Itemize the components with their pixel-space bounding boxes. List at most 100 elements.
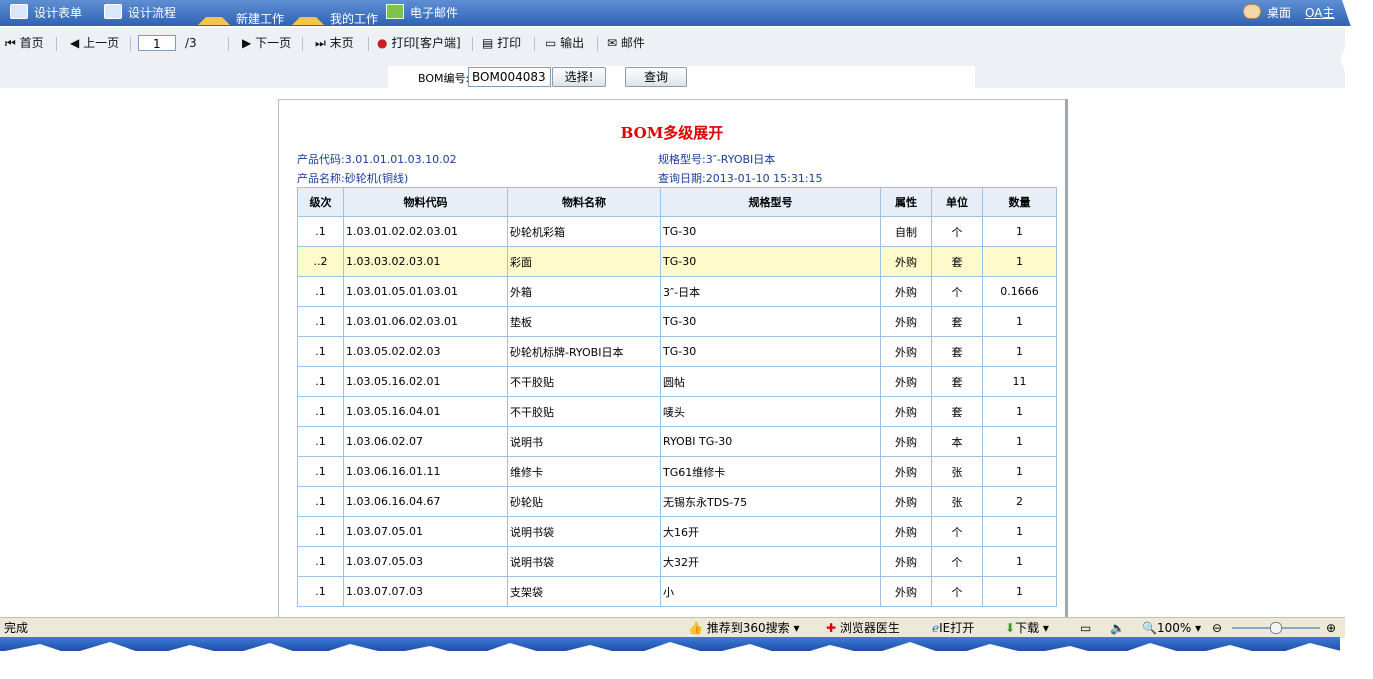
material-name-cell: 不干胶贴	[507, 396, 661, 427]
level-cell: .1	[297, 576, 344, 607]
attribute-cell: 外购	[880, 546, 932, 577]
spec-cell: 圆帖	[660, 366, 881, 397]
material-name-cell: 维修卡	[507, 456, 661, 487]
level-cell: .1	[297, 396, 344, 427]
printer-icon: ▤	[482, 36, 494, 50]
spec-model: 规格型号:3″-RYOBI日本	[658, 153, 776, 166]
next-page-label: 下一页	[255, 36, 292, 50]
table-row: .1 1.03.06.16.04.67 砂轮贴 无锡东永TDS-75 外购张 2	[297, 486, 1057, 517]
first-page-icon: ⏮	[5, 36, 16, 50]
table-header-row: 级次 物料代码 物料名称 规格型号 属性 单位 数量	[297, 187, 1057, 217]
page-number-input[interactable]: 1	[138, 35, 176, 51]
nav-new-work[interactable]: 新建工作	[198, 4, 284, 26]
material-code-cell: 1.03.06.02.07	[343, 426, 508, 457]
level-cell: .1	[297, 276, 344, 307]
query-button[interactable]: 查询	[625, 67, 687, 87]
spec-cell: 唛头	[660, 396, 881, 427]
unit-cell: 套	[931, 366, 983, 397]
bom-table: 级次 物料代码 物料名称 规格型号 属性 单位 数量 .1 1.03.01.02.…	[297, 187, 1057, 607]
table-row: .1 1.03.05.02.02.03 砂轮机标牌-RYOBI日本 TG-30 外购套 1	[297, 336, 1057, 367]
quantity-cell: 1	[982, 306, 1057, 337]
page-total: /3	[185, 36, 197, 50]
table-row: .1 1.03.05.16.02.01 不干胶贴 圆帖 外购套 11	[297, 366, 1057, 397]
table-row: .1 1.03.06.02.07 说明书 RYOBI TG-30 外购本 1	[297, 426, 1057, 457]
print-client-button[interactable]: ● 打印[客户端]	[377, 35, 461, 51]
spec-cell: TG-30	[660, 336, 881, 367]
top-nav-bar: 设计表单 设计流程 新建工作 我的工作 电子邮件 桌面 OA主	[0, 0, 1360, 26]
mail-icon	[386, 4, 404, 19]
material-name-cell: 砂轮贴	[507, 486, 661, 517]
nav-design-form[interactable]: 设计表单	[10, 4, 82, 22]
material-name-cell: 外箱	[507, 276, 661, 307]
unit-cell: 张	[931, 486, 983, 517]
material-code-cell: 1.03.06.16.04.67	[343, 486, 508, 517]
material-name-cell: 不干胶贴	[507, 366, 661, 397]
table-row: ..2 1.03.03.02.03.01 彩面 TG-30 外购套 1	[297, 246, 1057, 277]
bom-number-input[interactable]: BOM004083	[468, 67, 551, 87]
nav-label: 电子邮件	[410, 6, 459, 20]
desktop-label: 桌面	[1267, 6, 1292, 20]
material-code-cell: 1.03.01.05.01.03.01	[343, 276, 508, 307]
material-code-cell: 1.03.07.07.03	[343, 576, 508, 607]
col-spec: 规格型号	[660, 187, 881, 217]
unit-cell: 套	[931, 336, 983, 367]
nav-my-work[interactable]: 我的工作	[292, 4, 378, 26]
mail-button[interactable]: ✉ 邮件	[607, 35, 645, 51]
toolbar-divider	[597, 37, 598, 51]
select-button[interactable]: 选择!	[552, 67, 606, 87]
level-cell: .1	[297, 216, 344, 247]
torn-edge-bottom	[0, 642, 1373, 679]
level-cell: .1	[297, 456, 344, 487]
toolbar-divider	[130, 37, 131, 51]
attribute-cell: 外购	[880, 576, 932, 607]
next-page-icon: ▶	[242, 36, 252, 50]
material-name-cell: 支架袋	[507, 576, 661, 607]
first-page-button[interactable]: ⏮ 首页	[5, 35, 44, 51]
quantity-cell: 1	[982, 336, 1057, 367]
quantity-cell: 1	[982, 456, 1057, 487]
last-page-icon: ⏭	[315, 36, 326, 50]
spec-cell: RYOBI TG-30	[660, 426, 881, 457]
level-cell: .1	[297, 366, 344, 397]
prev-page-button[interactable]: ◀ 上一页	[70, 35, 119, 51]
desktop-link[interactable]: 桌面	[1243, 4, 1291, 22]
prev-page-icon: ◀	[70, 36, 80, 50]
unit-cell: 个	[931, 546, 983, 577]
table-row: .1 1.03.06.16.01.11 维修卡 TG61维修卡 外购张 1	[297, 456, 1057, 487]
prev-page-label: 上一页	[83, 36, 120, 50]
nav-label: 设计流程	[128, 6, 177, 20]
nav-email[interactable]: 电子邮件	[386, 4, 458, 22]
attribute-cell: 外购	[880, 456, 932, 487]
export-button[interactable]: ▭ 输出	[545, 35, 584, 51]
my-work-icon	[292, 4, 324, 25]
form-icon	[10, 4, 28, 19]
material-name-cell: 垫板	[507, 306, 661, 337]
nav-label: 设计表单	[34, 6, 83, 20]
spec-cell: 大16开	[660, 516, 881, 547]
flow-icon	[104, 4, 122, 19]
print-button[interactable]: ▤ 打印	[482, 35, 521, 51]
material-name-cell: 说明书袋	[507, 546, 661, 577]
level-cell: ..2	[297, 246, 344, 277]
unit-cell: 张	[931, 456, 983, 487]
spec-cell: 无锡东永TDS-75	[660, 486, 881, 517]
unit-cell: 个	[931, 516, 983, 547]
bom-number-label: BOM编号:	[418, 72, 470, 85]
material-code-cell: 1.03.03.02.03.01	[343, 246, 508, 277]
next-page-button[interactable]: ▶ 下一页	[242, 35, 291, 51]
nav-design-flow[interactable]: 设计流程	[104, 4, 176, 22]
col-attribute: 属性	[880, 187, 932, 217]
last-page-button[interactable]: ⏭ 末页	[315, 35, 354, 51]
quantity-cell: 1	[982, 546, 1057, 577]
first-page-label: 首页	[19, 36, 44, 50]
report-toolbar	[0, 28, 1345, 59]
attribute-cell: 外购	[880, 486, 932, 517]
level-cell: .1	[297, 546, 344, 577]
quantity-cell: 11	[982, 366, 1057, 397]
table-row: .1 1.03.01.02.02.03.01 砂轮机彩箱 TG-30 自制个 1	[297, 216, 1057, 247]
unit-cell: 个	[931, 216, 983, 247]
col-quantity: 数量	[982, 187, 1057, 217]
material-name-cell: 说明书	[507, 426, 661, 457]
level-cell: .1	[297, 486, 344, 517]
quantity-cell: 1	[982, 576, 1057, 607]
